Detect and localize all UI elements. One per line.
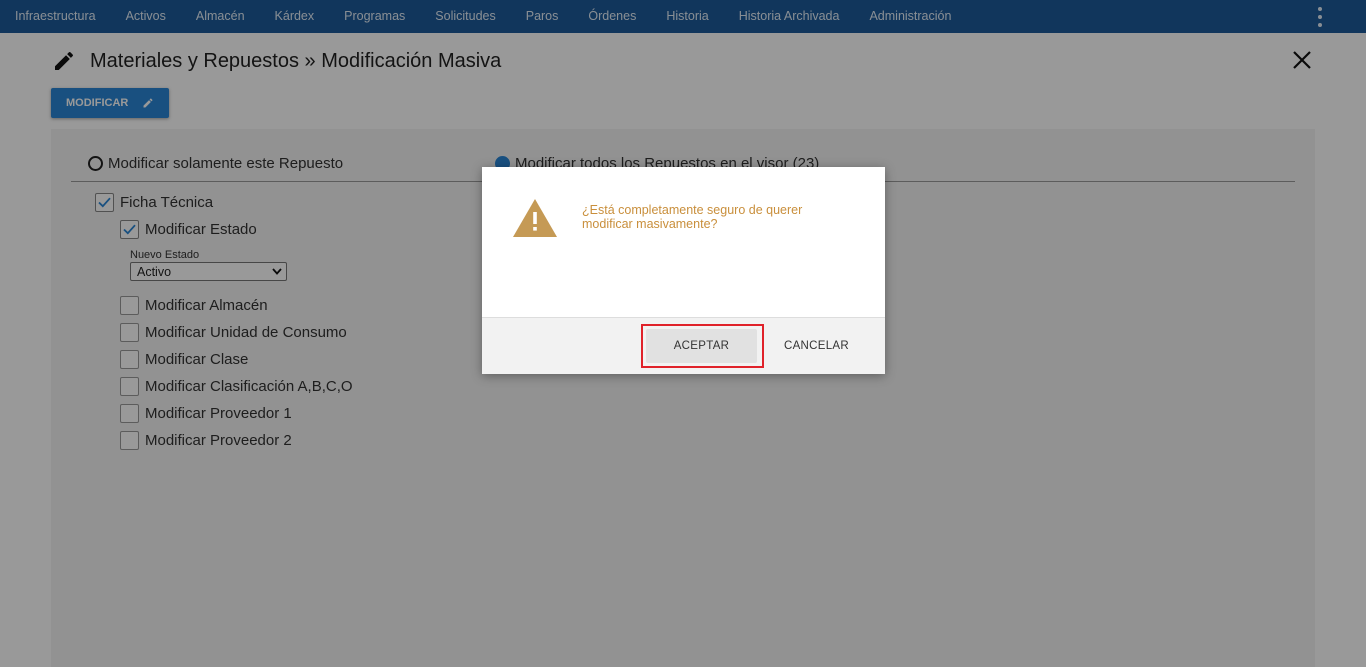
confirm-dialog: ¿Está completamente seguro de querer mod… (482, 167, 885, 374)
cancel-button[interactable]: CANCELAR (774, 329, 859, 363)
dialog-message: ¿Está completamente seguro de querer mod… (582, 203, 803, 231)
warning-icon (513, 199, 557, 237)
accept-button[interactable]: ACEPTAR (646, 329, 757, 363)
